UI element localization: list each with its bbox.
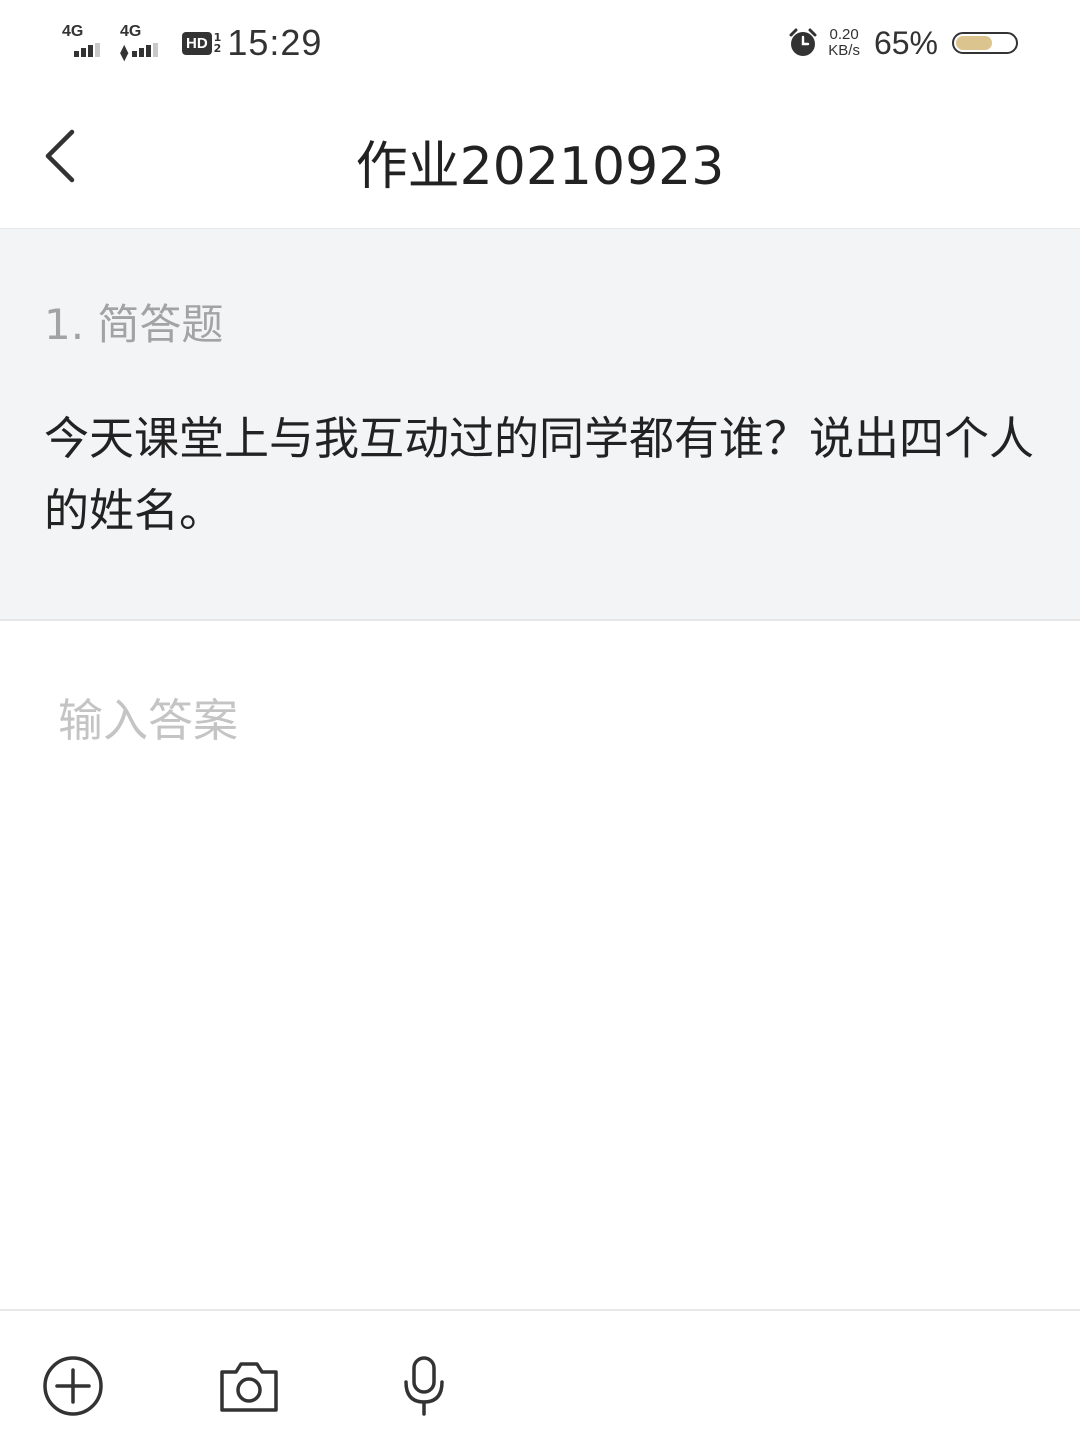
sim1-signal: 4G [62, 23, 112, 63]
data-arrows-icon: ▲ ▼ [120, 42, 129, 63]
status-bar-right: 0.20 KB/s 65% [788, 18, 1018, 68]
battery-percent: 65% [873, 24, 938, 61]
question-type-label: 1. 简答题 [44, 300, 224, 349]
signal-icon [74, 43, 102, 57]
sim2-network-type: 4G [120, 23, 142, 40]
battery-icon [952, 32, 1018, 54]
hd-voice-icon: HD 1 2 [182, 31, 222, 55]
bottom-toolbar [0, 1309, 1080, 1439]
alarm-icon [789, 28, 817, 56]
hd-sub-bottom: 2 [213, 42, 222, 55]
page-title: 作业20210923 [355, 137, 725, 197]
voice-input-button[interactable] [389, 1351, 459, 1421]
status-bar: 4G 4G ▲ ▼ HD 1 2 15:29 0.20 KB/s 65% [0, 0, 1080, 86]
sim2-signal: 4G ▲ ▼ [120, 23, 170, 63]
signal-icon [132, 43, 160, 57]
question-card: 1. 简答题 今天课堂上与我互动过的同学都有谁？说出四个人的姓名。 [0, 229, 1080, 621]
answer-input[interactable] [0, 622, 1080, 1308]
battery-level [956, 36, 993, 50]
camera-icon [220, 1362, 278, 1412]
question-text: 今天课堂上与我互动过的同学都有谁？说出四个人的姓名。 [44, 412, 1035, 537]
status-bar-left: 4G 4G ▲ ▼ HD 1 2 15:29 [62, 18, 322, 68]
network-speed-value: 0.20 [829, 26, 859, 43]
microphone-icon [404, 1356, 444, 1416]
add-attachment-button[interactable] [38, 1351, 108, 1421]
network-speed: 0.20 KB/s [828, 27, 860, 59]
sim1-network-type: 4G [62, 23, 84, 40]
camera-button[interactable] [214, 1351, 284, 1421]
add-circle-icon [43, 1356, 103, 1416]
nav-bar: 作业20210923 [0, 86, 1080, 229]
clock: 15:29 [227, 22, 323, 63]
network-speed-unit: KB/s [828, 42, 860, 59]
hd-label: HD [182, 31, 212, 55]
